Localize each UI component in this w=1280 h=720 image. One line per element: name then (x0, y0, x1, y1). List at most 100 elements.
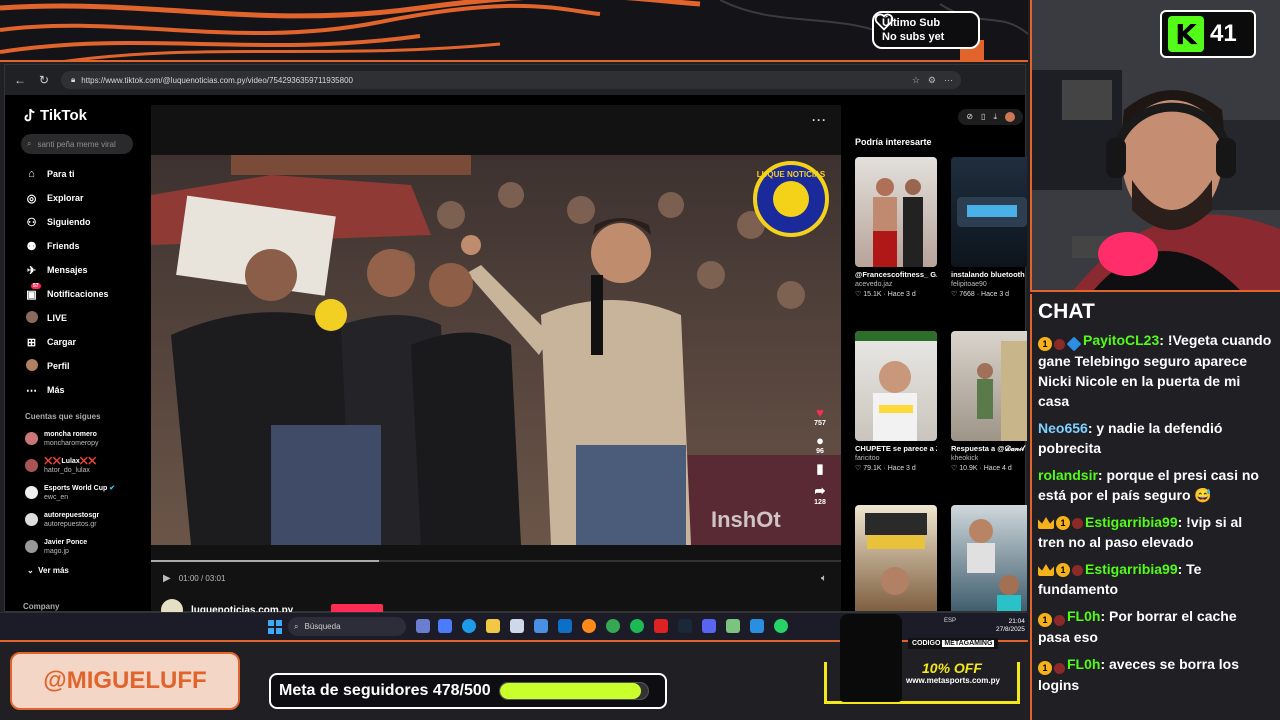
reload-icon[interactable]: ↻ (37, 73, 51, 87)
following-account[interactable]: autorepuestosgr autorepuestos.gr (13, 506, 149, 533)
chrome-icon[interactable] (606, 619, 620, 633)
outlook-icon[interactable] (558, 619, 572, 633)
account-name: Esports World Cup ✔ (44, 484, 115, 493)
play-icon[interactable]: ▶ (163, 573, 171, 584)
crown-badge-icon (1038, 517, 1054, 529)
heart-icon: ♡ (855, 465, 862, 472)
chat-separator: : (1159, 332, 1168, 348)
user-badges: 1 (1038, 613, 1065, 627)
browser-toolbar: ← ↻ 🔒︎ https://www.tiktok.com/@luquenoti… (5, 65, 1025, 95)
comment-button[interactable]: ● 96 (809, 433, 831, 455)
suggestion-card[interactable] (855, 505, 937, 611)
following-account[interactable]: ❌❌Lulax❌❌ hator_do_lulax (13, 452, 149, 479)
avatar[interactable] (1005, 112, 1015, 122)
heart-icon: ♡ (951, 291, 958, 298)
share-button[interactable]: ➦ 128 (809, 483, 831, 506)
volume-icon[interactable]: 🔈︎ (821, 573, 827, 584)
following-account[interactable]: moncha romero moncharomeropy (13, 425, 149, 452)
badge-icon (1054, 615, 1065, 626)
suggestion-card[interactable]: @Francescofitness_ GANANDO BRO acevedo.j… (855, 157, 937, 300)
app-icon[interactable] (654, 619, 668, 633)
chat-username: Neo656 (1038, 420, 1088, 436)
bookmark-icon: ▮ (816, 461, 824, 476)
whatsapp-icon[interactable] (774, 619, 788, 633)
user-badges: 1 (1038, 661, 1065, 675)
chat-separator: : (1177, 561, 1187, 577)
sub-badge-icon: 1 (1038, 337, 1052, 351)
sub-badge-icon: 1 (1038, 613, 1052, 627)
nav-item-notificaciones[interactable]: ▣ 57 Notificaciones (13, 282, 149, 306)
file-explorer-icon[interactable] (486, 619, 500, 633)
compass-icon[interactable]: ⊘ (966, 112, 973, 122)
suggestion-card[interactable]: Respuesta a @𝒟𝒶𝓃𝒾𝓁 kheokick ♡ 10.9K · Ha… (951, 331, 1027, 474)
back-icon[interactable]: ← (13, 73, 27, 87)
edge-icon[interactable] (462, 619, 476, 633)
video-frame[interactable]: InshOt LUQUE NOTICIAS (151, 155, 841, 545)
account-name: autorepuestosgr (44, 511, 100, 519)
copilot-icon[interactable] (438, 619, 452, 633)
comment-count: 96 (816, 448, 824, 455)
nav-item-perfil[interactable]: Perfil (13, 354, 149, 378)
discord-icon[interactable] (702, 619, 716, 633)
see-more-link[interactable]: ⌄ Ver más (13, 566, 149, 575)
following-account[interactable]: Esports World Cup ✔ ewc_en (13, 479, 149, 506)
windows-start-icon[interactable] (268, 620, 282, 634)
spotify-icon[interactable] (630, 619, 644, 633)
phone-icon[interactable]: ▯ (981, 112, 985, 122)
nav-item-cargar[interactable]: ⊞ Cargar (13, 330, 149, 354)
nav-item-para-ti[interactable]: ⌂ Para ti (13, 162, 149, 186)
suggestion-card[interactable] (951, 505, 1027, 611)
bookmark-icon[interactable]: ☆ (912, 75, 920, 86)
suggestion-thumbnail (855, 331, 937, 441)
taskbar-search[interactable]: ⌕ Búsqueda (288, 617, 406, 636)
more-options-icon[interactable]: ··· (812, 113, 827, 127)
store-icon[interactable] (534, 619, 548, 633)
notepad-icon[interactable] (510, 619, 524, 633)
taskbar-clock[interactable]: 21:04 27/8/2025 (996, 618, 1025, 634)
firefox-icon[interactable] (582, 619, 596, 633)
suggestion-title: CHUPETE se parece a ZOHAN? - (855, 444, 937, 453)
vscode-icon[interactable] (750, 619, 764, 633)
nav-item-explorar[interactable]: ◎ Explorar (13, 186, 149, 210)
address-bar[interactable]: 🔒︎ https://www.tiktok.com/@luquenoticias… (61, 71, 961, 89)
promo-code: CODIGO METAGAMING (908, 638, 999, 649)
save-button[interactable]: ▮ (809, 461, 831, 477)
nav-item-siguiendo[interactable]: ⚇ Siguiendo (13, 210, 149, 234)
nav-label: Friends (47, 241, 80, 251)
chat-panel: CHAT 1 PayitoCL23: !Vegeta cuando gane Te… (1030, 294, 1280, 720)
video-time: 01:00 / 03:01 (178, 573, 226, 583)
language-indicator[interactable]: ESP (944, 618, 956, 624)
nav-item-mas[interactable]: ⋯ Más (13, 378, 149, 402)
task-view-icon[interactable] (416, 619, 430, 633)
extensions-icon[interactable]: ⚙ (928, 75, 936, 86)
tiktok-logo[interactable]: TikTok (23, 107, 149, 124)
suggestion-card[interactable]: CHUPETE se parece a ZOHAN? - faricitoo ♡… (855, 331, 937, 474)
last-sub-value: No subs yet (882, 31, 945, 43)
upload-icon: ⊞ (26, 336, 37, 349)
suggestion-author: felipitoae90 (951, 281, 987, 288)
badge-icon (1054, 339, 1065, 350)
suggestion-thumbnail (855, 505, 937, 611)
user-badges: 1 (1038, 336, 1082, 352)
nav-item-friends[interactable]: ⚉ Friends (13, 234, 149, 258)
chat-message: Neo656: y nadie la defendió pobrecita (1038, 418, 1272, 458)
promo-code-value: METAGAMING (942, 640, 995, 647)
suggestion-card[interactable]: instalando bluetooth para la pioneer... … (951, 157, 1027, 300)
search-input[interactable]: ⌕ santi peña meme viral (21, 134, 133, 154)
nav-item-mensajes[interactable]: ✈ Mensajes (13, 258, 149, 282)
suggestion-author: kheokick (951, 455, 979, 462)
following-account[interactable]: Javier Ponce mago.jp (13, 533, 149, 560)
company-link[interactable]: Company (23, 602, 59, 611)
bell-icon: ▣ 57 (26, 282, 41, 301)
avatar (25, 540, 38, 553)
badge-icon (1054, 663, 1065, 674)
app-icon[interactable] (726, 619, 740, 633)
like-button[interactable]: ♥ 757 (809, 405, 831, 427)
suggestion-stats: ♡ 79.1K · Hace 3 d (855, 464, 937, 474)
gem-badge-icon (1066, 336, 1082, 352)
menu-icon[interactable]: ⋯ (944, 75, 953, 86)
download-icon[interactable]: ⤓ (993, 112, 997, 122)
steam-icon[interactable] (678, 619, 692, 633)
video-progress[interactable] (151, 560, 841, 562)
nav-item-live[interactable]: LIVE (13, 306, 149, 330)
